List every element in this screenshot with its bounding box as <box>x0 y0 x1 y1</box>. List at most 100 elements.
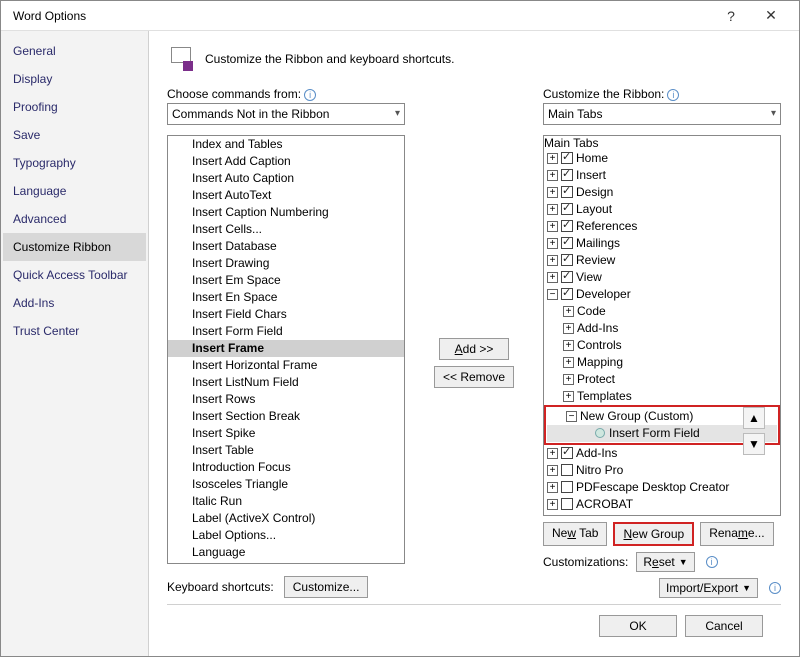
tree-tab[interactable]: +Mailings <box>544 235 780 252</box>
tree-tab[interactable]: +Review <box>544 252 780 269</box>
ribbon-tree[interactable]: Main Tabs+Home+Insert+Design+Layout+Refe… <box>543 135 781 516</box>
tree-group[interactable]: +Add-Ins <box>544 320 780 337</box>
choose-commands-label: Choose commands from:i <box>167 87 405 101</box>
commands-listbox[interactable]: Index and TablesInsert Add CaptionInsert… <box>167 135 405 564</box>
command-item[interactable]: Introduction Focus <box>168 459 404 476</box>
sidebar-item-advanced[interactable]: Advanced <box>3 205 146 233</box>
command-item[interactable]: Insert Table <box>168 442 404 459</box>
command-item[interactable]: Insert Cells... <box>168 221 404 238</box>
customize-ribbon-combo[interactable]: Main Tabs ▾ <box>543 103 781 125</box>
tree-group[interactable]: +Mapping <box>544 354 780 371</box>
new-tab-button[interactable]: New Tab <box>543 522 607 546</box>
info-icon[interactable]: i <box>304 89 316 101</box>
command-icon <box>172 358 188 372</box>
category-sidebar: GeneralDisplayProofingSaveTypographyLang… <box>1 31 149 656</box>
tree-tab[interactable]: +View <box>544 269 780 286</box>
panel-header-text: Customize the Ribbon and keyboard shortc… <box>205 52 454 66</box>
chevron-down-icon: ▼ <box>679 557 688 567</box>
command-icon <box>172 443 188 457</box>
command-item[interactable]: Insert En Space <box>168 289 404 306</box>
command-icon <box>172 222 188 236</box>
command-icon <box>172 375 188 389</box>
sidebar-item-typography[interactable]: Typography <box>3 149 146 177</box>
command-item[interactable]: Insert AutoText <box>168 187 404 204</box>
tree-group[interactable]: +Controls <box>544 337 780 354</box>
add-button[interactable]: Add >> <box>439 338 509 360</box>
command-item[interactable]: Insert Form Field <box>168 323 404 340</box>
sidebar-item-display[interactable]: Display <box>3 65 146 93</box>
titlebar: Word Options ? ✕ <box>1 1 799 31</box>
tree-header: Main Tabs <box>544 136 780 150</box>
command-icon <box>172 477 188 491</box>
dialog-body: GeneralDisplayProofingSaveTypographyLang… <box>1 31 799 656</box>
command-icon <box>172 239 188 253</box>
sidebar-item-quick-access-toolbar[interactable]: Quick Access Toolbar <box>3 261 146 289</box>
command-icon <box>172 137 188 151</box>
customize-shortcuts-button[interactable]: Customize... <box>284 576 369 598</box>
move-down-button[interactable]: ▼ <box>743 433 765 455</box>
move-up-button[interactable]: ▲ <box>743 407 765 429</box>
command-item[interactable]: Insert Frame <box>168 340 404 357</box>
rename-button[interactable]: Rename... <box>700 522 773 546</box>
tree-tab[interactable]: +Layout <box>544 201 780 218</box>
command-item[interactable]: Insert Drawing <box>168 255 404 272</box>
command-item[interactable]: Insert Field Chars <box>168 306 404 323</box>
command-item[interactable]: Label Options... <box>168 527 404 544</box>
close-button[interactable]: ✕ <box>751 7 791 24</box>
command-item[interactable]: Insert Spike <box>168 425 404 442</box>
info-icon[interactable]: i <box>667 89 679 101</box>
command-item[interactable]: Language <box>168 544 404 561</box>
sidebar-item-trust-center[interactable]: Trust Center <box>3 317 146 345</box>
info-icon[interactable]: i <box>706 556 718 568</box>
command-icon <box>172 290 188 304</box>
transfer-buttons: Add >> << Remove <box>433 87 515 598</box>
sidebar-item-general[interactable]: General <box>3 37 146 65</box>
reset-button[interactable]: Reset▼ <box>636 552 694 572</box>
command-item[interactable]: Insert Database <box>168 238 404 255</box>
command-item[interactable]: Label (ActiveX Control) <box>168 510 404 527</box>
sidebar-item-save[interactable]: Save <box>3 121 146 149</box>
tree-group[interactable]: +Protect <box>544 371 780 388</box>
command-item[interactable]: Insert Em Space <box>168 272 404 289</box>
command-item[interactable]: Insert Auto Caption <box>168 170 404 187</box>
tree-tab-developer[interactable]: −Developer <box>544 286 780 303</box>
tree-tab[interactable]: +Home <box>544 150 780 167</box>
main-panel: Customize the Ribbon and keyboard shortc… <box>149 31 799 656</box>
sidebar-item-proofing[interactable]: Proofing <box>3 93 146 121</box>
sidebar-item-customize-ribbon[interactable]: Customize Ribbon <box>3 233 146 261</box>
command-item[interactable]: Isosceles Triangle <box>168 476 404 493</box>
import-export-button[interactable]: Import/Export▼ <box>659 578 758 598</box>
tree-tab[interactable]: +Design <box>544 184 780 201</box>
tree-tab[interactable]: +Insert <box>544 167 780 184</box>
command-icon <box>172 256 188 270</box>
command-icon <box>172 409 188 423</box>
tree-tab[interactable]: +ACROBAT <box>544 496 780 513</box>
right-pane: Customize the Ribbon:i Main Tabs ▾ Main … <box>543 87 781 598</box>
command-item[interactable]: Insert Section Break <box>168 408 404 425</box>
dialog-footer: OK Cancel <box>167 604 781 646</box>
command-item[interactable]: Italic Run <box>168 493 404 510</box>
command-icon <box>172 528 188 542</box>
help-button[interactable]: ? <box>711 8 751 24</box>
command-item[interactable]: Learn from document... <box>168 561 404 563</box>
command-item[interactable]: Insert Add Caption <box>168 153 404 170</box>
tree-tab[interactable]: +PDFescape Desktop Creator <box>544 479 780 496</box>
tree-tab[interactable]: +Nitro Pro <box>544 462 780 479</box>
command-item[interactable]: Insert Caption Numbering <box>168 204 404 221</box>
ok-button[interactable]: OK <box>599 615 677 637</box>
command-item[interactable]: Insert Horizontal Frame <box>168 357 404 374</box>
remove-button[interactable]: << Remove <box>434 366 514 388</box>
tree-group[interactable]: +Templates <box>544 388 780 405</box>
command-item[interactable]: Insert Rows <box>168 391 404 408</box>
choose-commands-combo[interactable]: Commands Not in the Ribbon ▾ <box>167 103 405 125</box>
info-icon[interactable]: i <box>769 582 781 594</box>
new-group-button[interactable]: New Group <box>613 522 694 546</box>
command-item[interactable]: Insert ListNum Field <box>168 374 404 391</box>
tree-group[interactable]: +Code <box>544 303 780 320</box>
sidebar-item-add-ins[interactable]: Add-Ins <box>3 289 146 317</box>
tree-tab[interactable]: +References <box>544 218 780 235</box>
command-item[interactable]: Index and Tables <box>168 136 404 153</box>
cancel-button[interactable]: Cancel <box>685 615 763 637</box>
sidebar-item-language[interactable]: Language <box>3 177 146 205</box>
command-icon <box>172 273 188 287</box>
